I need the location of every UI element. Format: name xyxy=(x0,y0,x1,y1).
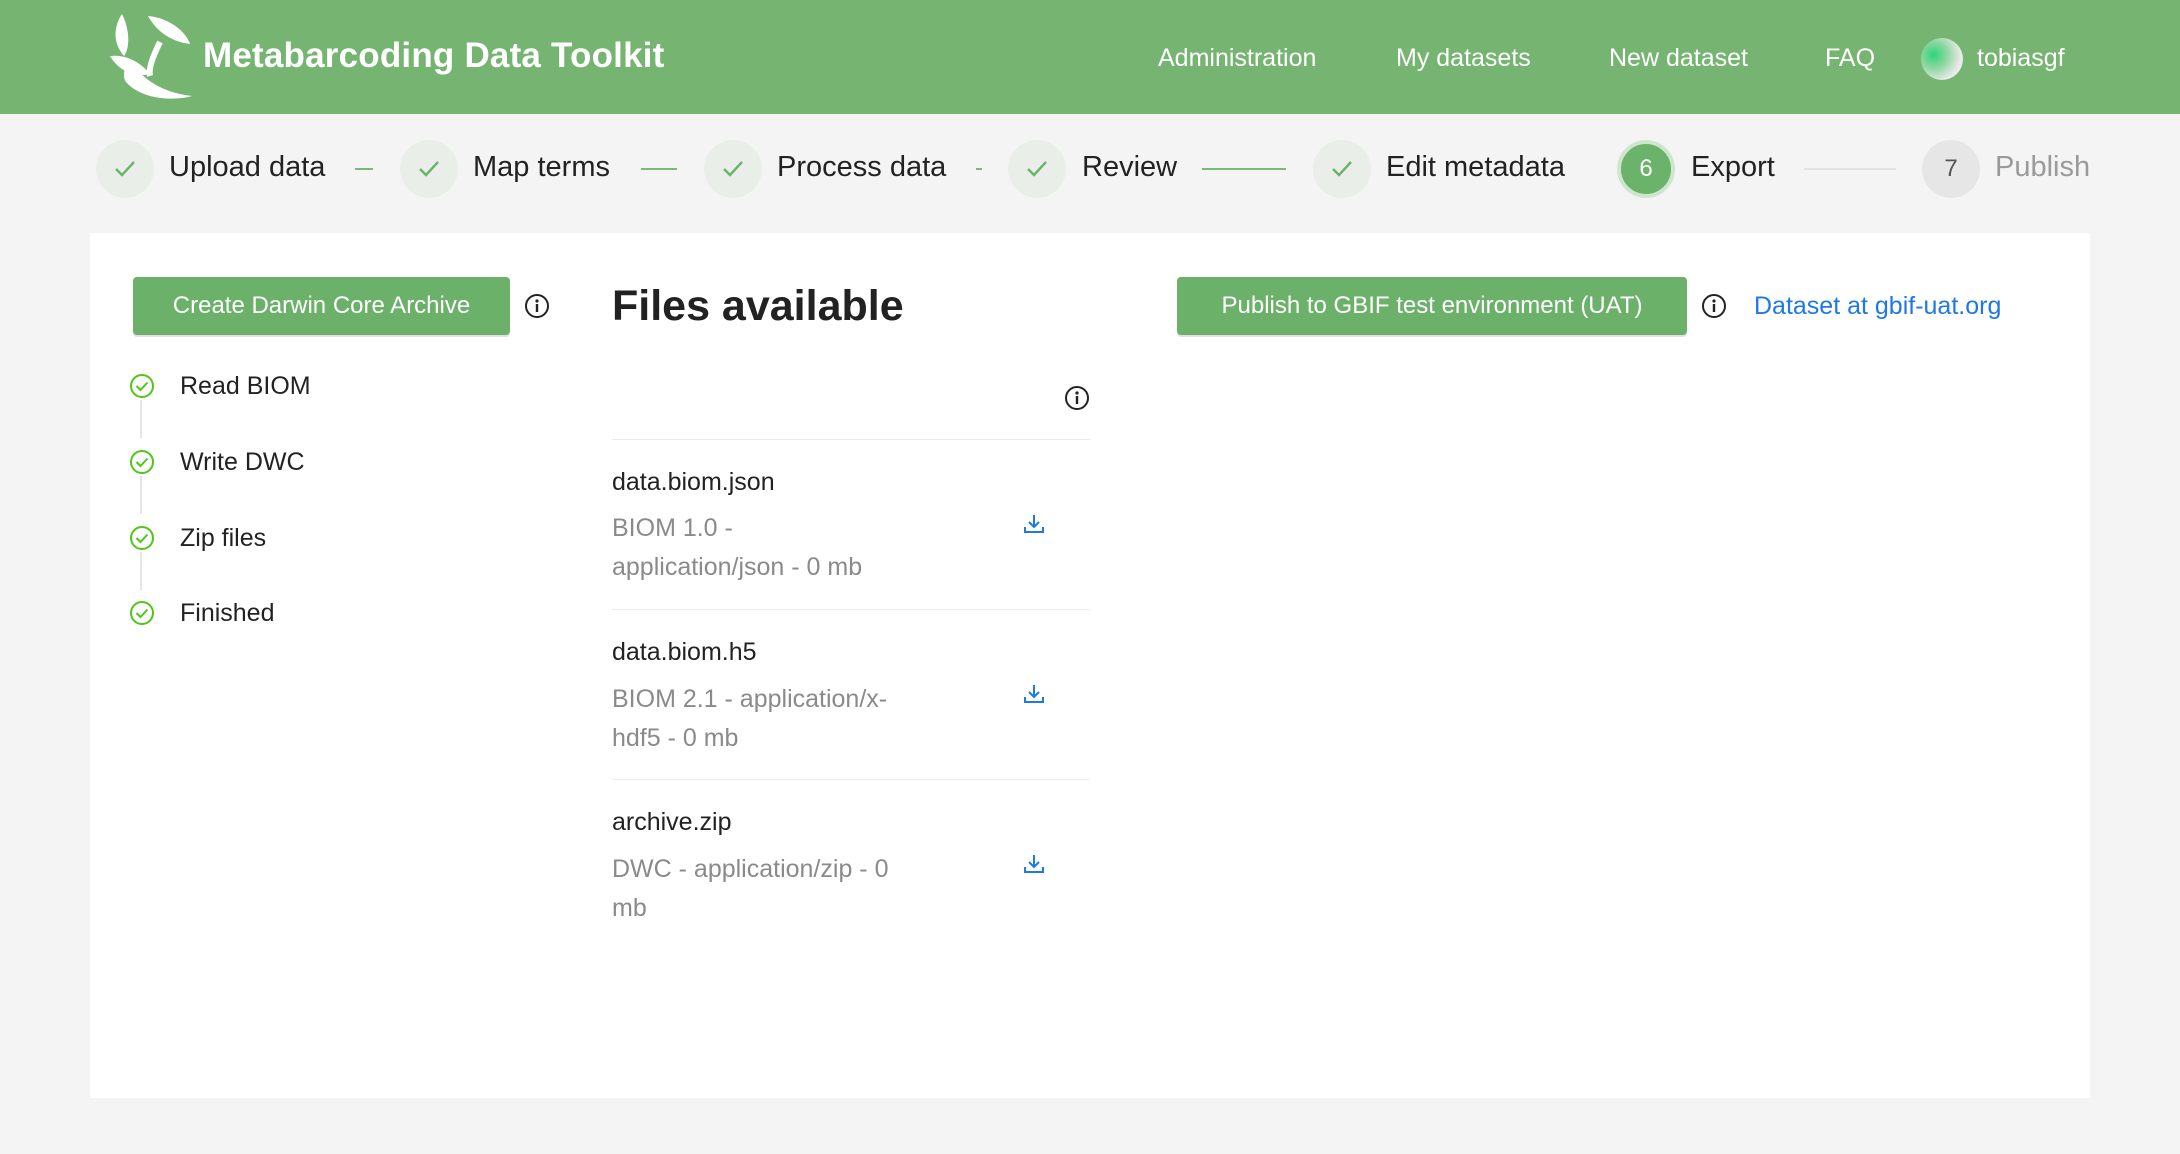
check-circle-icon xyxy=(130,601,154,625)
step-review-check-icon xyxy=(1008,140,1066,198)
file-description: BIOM 1.0 - application/json - 0 mb xyxy=(612,509,932,587)
checklist-zip-files: Zip files xyxy=(180,524,267,552)
download-icon[interactable] xyxy=(1022,512,1046,536)
file-description-line: BIOM 2.1 - application/x- xyxy=(612,685,888,713)
export-panel xyxy=(90,233,2090,1098)
download-icon[interactable] xyxy=(1022,852,1046,876)
nav-my-datasets[interactable]: My datasets xyxy=(1396,44,1531,73)
step-export[interactable]: Export xyxy=(1691,151,1775,184)
nav-faq[interactable]: FAQ xyxy=(1825,44,1875,73)
file-description: BIOM 2.1 - application/x- hdf5 - 0 mb xyxy=(612,680,932,758)
user-menu[interactable]: tobiasgf xyxy=(1977,44,2065,73)
step-review[interactable]: Review xyxy=(1082,151,1177,184)
step-process-data[interactable]: Process data xyxy=(777,151,946,184)
files-title: Files available xyxy=(612,282,904,330)
file-description-line: mb xyxy=(612,894,647,922)
step-edit-check-icon xyxy=(1313,140,1371,198)
list-divider xyxy=(612,609,1090,610)
leaf-logo-icon[interactable] xyxy=(100,12,196,102)
step-export-number: 6 xyxy=(1617,140,1675,198)
step-publish-number: 7 xyxy=(1922,140,1980,198)
nav-new-dataset[interactable]: New dataset xyxy=(1609,44,1748,73)
file-name: data.biom.json xyxy=(612,468,775,496)
info-icon[interactable] xyxy=(1064,385,1090,411)
checklist-write-dwc: Write DWC xyxy=(180,448,305,476)
step-process-check-icon xyxy=(704,140,762,198)
step-connector xyxy=(641,168,677,170)
info-icon[interactable] xyxy=(524,293,550,319)
user-avatar[interactable] xyxy=(1921,38,1963,80)
check-circle-icon xyxy=(130,374,154,398)
step-connector xyxy=(355,168,373,170)
publish-gbif-uat-button[interactable]: Publish to GBIF test environment (UAT) xyxy=(1177,277,1687,335)
checklist-read-biom: Read BIOM xyxy=(180,372,311,400)
file-description-line: hdf5 - 0 mb xyxy=(612,724,739,752)
step-connector xyxy=(1804,168,1896,170)
check-circle-icon xyxy=(130,450,154,474)
list-divider xyxy=(612,439,1090,440)
file-name: data.biom.h5 xyxy=(612,638,757,666)
app-title[interactable]: Metabarcoding Data Toolkit xyxy=(203,36,665,76)
step-connector xyxy=(1202,168,1286,170)
step-edit-metadata[interactable]: Edit metadata xyxy=(1386,151,1565,184)
file-name: archive.zip xyxy=(612,808,732,836)
step-publish[interactable]: Publish xyxy=(1995,151,2090,184)
timeline-line xyxy=(140,400,142,438)
step-map-terms[interactable]: Map terms xyxy=(473,151,610,184)
info-icon[interactable] xyxy=(1701,293,1727,319)
step-upload-check-icon xyxy=(96,140,154,198)
create-darwin-core-archive-button[interactable]: Create Darwin Core Archive xyxy=(133,277,510,335)
step-upload-data[interactable]: Upload data xyxy=(169,151,325,184)
app-header: Metabarcoding Data Toolkit Administratio… xyxy=(0,0,2180,114)
checklist-finished: Finished xyxy=(180,599,275,627)
file-description: DWC - application/zip - 0 mb xyxy=(612,850,932,928)
timeline-line xyxy=(140,552,142,590)
step-map-check-icon xyxy=(400,140,458,198)
list-divider xyxy=(612,779,1090,780)
timeline-line xyxy=(140,476,142,514)
download-icon[interactable] xyxy=(1022,682,1046,706)
nav-administration[interactable]: Administration xyxy=(1158,44,1316,73)
file-description-line: BIOM 1.0 - xyxy=(612,514,733,542)
step-connector xyxy=(976,168,982,170)
file-description-line: application/json - 0 mb xyxy=(612,553,863,581)
check-circle-icon xyxy=(130,526,154,550)
file-description-line: DWC - application/zip - 0 xyxy=(612,855,889,883)
dataset-gbif-uat-link[interactable]: Dataset at gbif-uat.org xyxy=(1754,292,2001,321)
